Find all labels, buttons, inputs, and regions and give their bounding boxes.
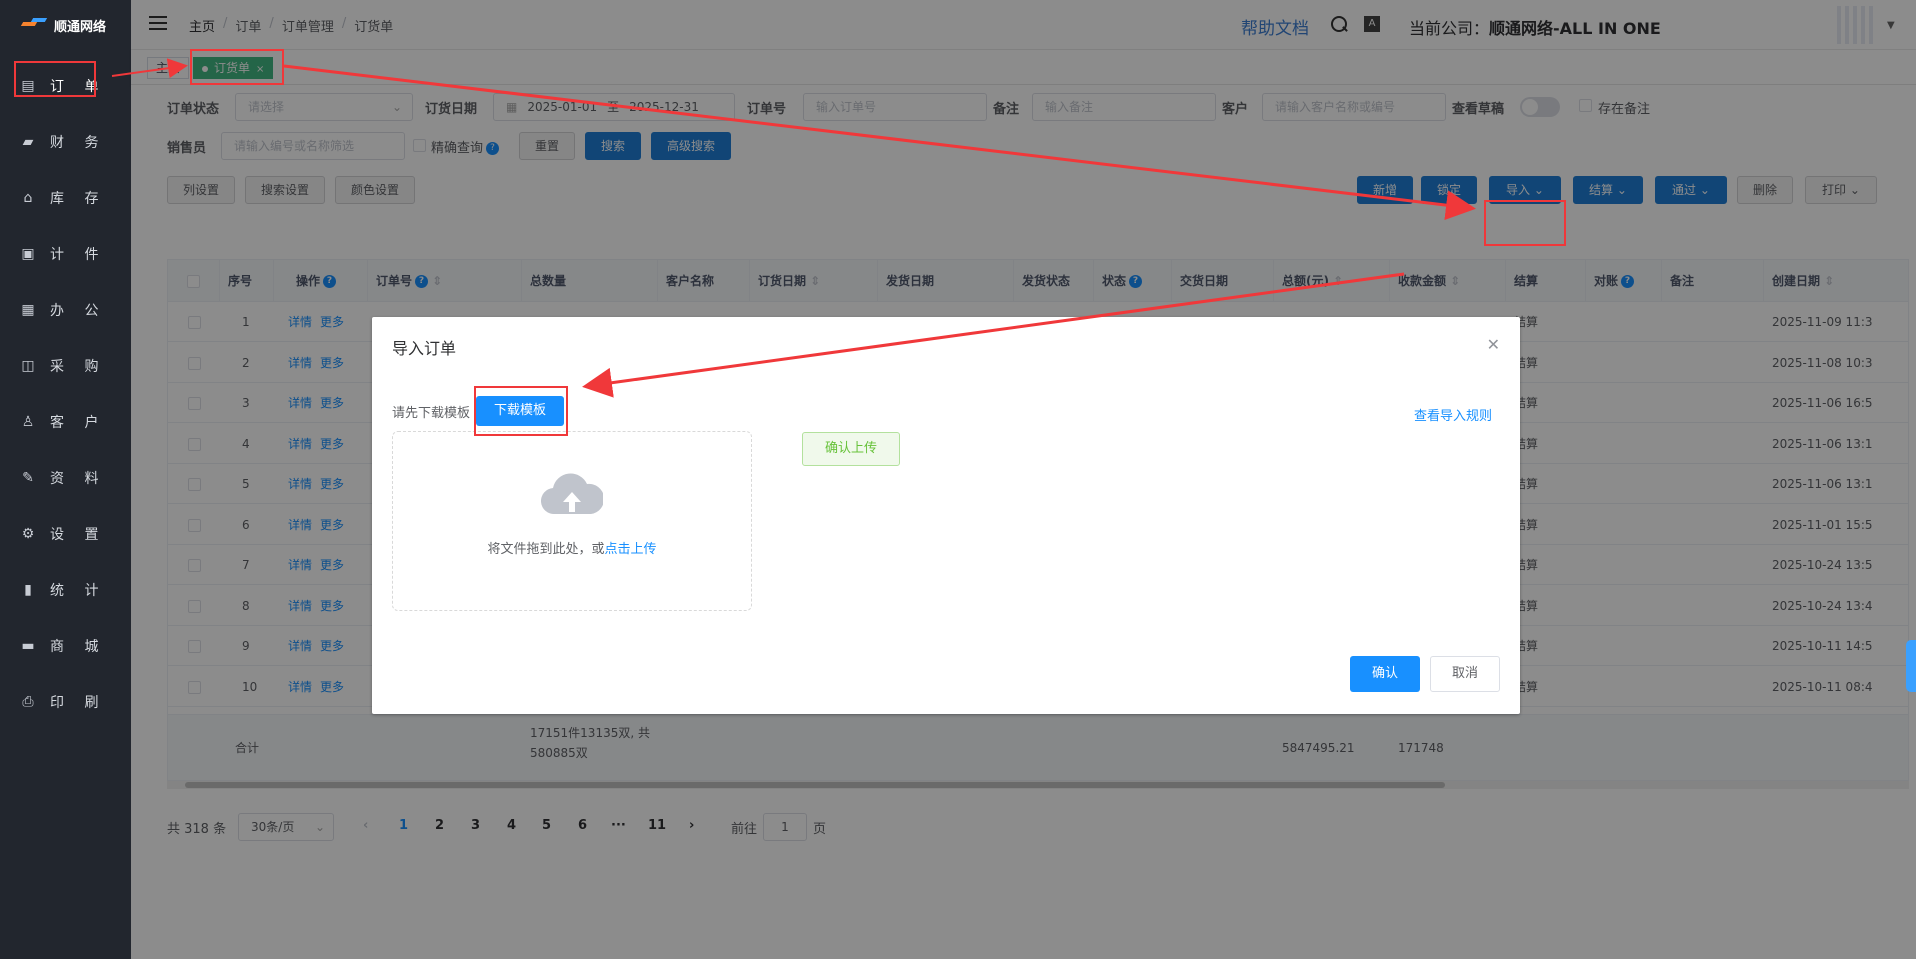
click-upload-link[interactable]: 点击上传 xyxy=(605,542,657,557)
sidebar-overlay xyxy=(0,0,131,959)
import-rules-link[interactable]: 查看导入规则 xyxy=(1414,405,1492,424)
cloud-upload-icon xyxy=(541,473,603,515)
dialog-title: 导入订单 xyxy=(392,339,457,358)
confirm-button[interactable]: 确认 xyxy=(1350,656,1420,692)
download-template-button[interactable]: 下载模板 xyxy=(476,396,564,426)
confirm-upload-button[interactable]: 确认上传 xyxy=(802,432,900,466)
download-hint: 请先下载模板 xyxy=(392,406,471,421)
side-drawer-handle[interactable] xyxy=(1906,640,1916,692)
upload-instruction: 将文件拖到此处，或 xyxy=(487,542,605,557)
upload-dropzone[interactable]: 将文件拖到此处，或点击上传 xyxy=(392,431,752,611)
app-root: 顺通网络 ▤ 订 单 ▰ 财 务 ⌂ 库 存 ▣ 计 件 ▦ 办 公 ◫ 采 购 ♙ 客 户 … xyxy=(0,0,1916,959)
import-order-dialog: 导入订单 ✕ 请先下载模板 下载模板 查看导入规则 将文件拖到此处，或点击上传 … xyxy=(372,317,1520,714)
upload-text: 将文件拖到此处，或点击上传 xyxy=(393,538,751,557)
close-icon[interactable]: ✕ xyxy=(1487,335,1500,354)
cancel-button[interactable]: 取消 xyxy=(1430,656,1500,692)
